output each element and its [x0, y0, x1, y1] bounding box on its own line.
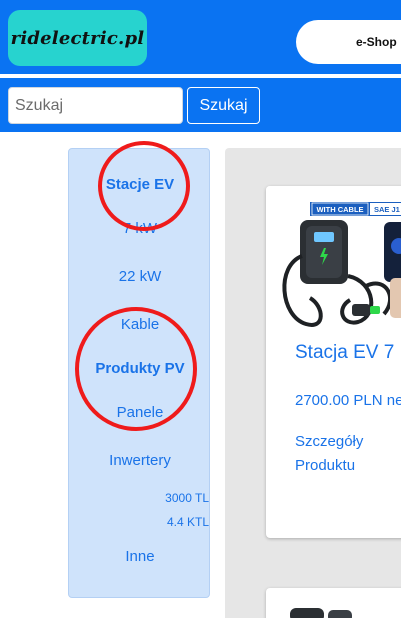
eshop-label: e-Shop	[356, 35, 397, 49]
sidebar-item-7kw[interactable]: 7 kW	[69, 220, 211, 237]
product-title[interactable]: Stacja EV 7	[295, 342, 394, 364]
category-sidebar: Stacje EV 7 kW 22 kW Kable Produkty PV P…	[68, 148, 210, 598]
product-details-link[interactable]: Szczegóły Produktu	[295, 430, 363, 478]
logo-text: ridelectric.pl	[10, 27, 145, 49]
search-input[interactable]	[8, 87, 183, 124]
search-button[interactable]: Szukaj	[187, 87, 260, 124]
product-image: WITH CABLE SAE J1	[266, 186, 401, 336]
sidebar-item-3000tl[interactable]: 3000 TL	[69, 491, 211, 505]
sidebar-item-inne[interactable]: Inne	[69, 548, 211, 565]
sidebar-item-44ktl[interactable]: 4.4 KTL	[69, 515, 211, 529]
sidebar-item-produkty-pv[interactable]: Produkty PV	[69, 360, 211, 377]
search-bar: Szukaj	[0, 78, 401, 132]
top-header: ridelectric.pl e-Shop	[0, 0, 401, 74]
eshop-nav-button[interactable]: e-Shop	[296, 20, 401, 64]
product-card-next[interactable]	[266, 588, 401, 618]
product-price: 2700.00 PLN ne	[295, 392, 401, 409]
sidebar-item-panele[interactable]: Panele	[69, 404, 211, 421]
sidebar-item-stacje-ev[interactable]: Stacje EV	[69, 176, 211, 193]
page: ridelectric.pl e-Shop Szukaj Stacje EV 7…	[0, 0, 401, 618]
sidebar-item-kable[interactable]: Kable	[69, 316, 211, 333]
sidebar-item-inwertery[interactable]: Inwertery	[69, 452, 211, 469]
badge-with-cable: WITH CABLE	[316, 205, 363, 214]
details-line-1: Szczegóły	[295, 433, 364, 450]
product-image-next	[290, 608, 352, 618]
sidebar-item-22kw[interactable]: 22 kW	[69, 268, 211, 285]
site-logo[interactable]: ridelectric.pl	[8, 10, 147, 66]
badge-sae: SAE J1	[374, 205, 400, 214]
product-card[interactable]: WITH CABLE SAE J1 Stacja EV 7 2700.00 PL…	[266, 186, 401, 538]
details-line-2: Produktu	[295, 457, 356, 474]
